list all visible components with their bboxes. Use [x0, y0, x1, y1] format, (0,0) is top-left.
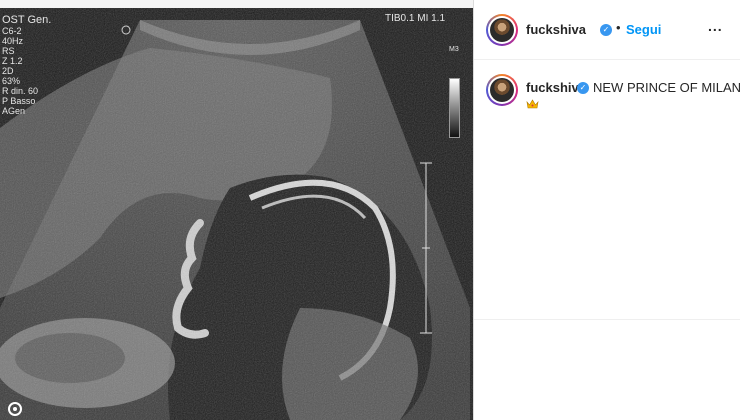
caption-avatar[interactable]: [486, 74, 518, 106]
follow-button[interactable]: Segui: [626, 22, 661, 37]
param-zoom: Z 1.2: [2, 56, 23, 66]
post-header: fuckshiva ✓ • Segui ...: [474, 0, 740, 60]
caption-text: NEW PRINCE OF MILAN: [593, 80, 740, 95]
param-probe: C6-2: [2, 26, 22, 36]
comments-divider: [474, 319, 740, 320]
post-image[interactable]: OST Gen. C6-2 40Hz RS Z 1.2 2D 63% R din…: [0, 0, 473, 420]
more-options-icon[interactable]: ...: [708, 18, 723, 34]
param-power: P Basso: [2, 96, 36, 106]
ultrasound-image: OST Gen. C6-2 40Hz RS Z 1.2 2D 63% R din…: [0, 8, 473, 420]
separator-dot: •: [616, 20, 621, 35]
avatar-photo: [490, 78, 514, 102]
param-mode: OST Gen.: [2, 14, 52, 26]
param-2d: 2D: [2, 66, 14, 76]
avatar-photo: [490, 18, 514, 42]
param-rs: RS: [2, 46, 15, 56]
crown-icon: [526, 98, 539, 112]
verified-badge-icon: ✓: [600, 24, 612, 36]
param-frequency: 40Hz: [2, 36, 24, 46]
post-sidebar: fuckshiva ✓ • Segui ... fuckshiva ✓ NEW …: [474, 0, 740, 420]
ultrasound-index-readout: TIB0.1 MI 1.1: [385, 13, 446, 24]
header-username[interactable]: fuckshiva: [526, 22, 586, 37]
grayscale-bar: [449, 78, 460, 138]
grayscale-label: M3: [449, 46, 459, 53]
param-agen: AGen: [2, 106, 26, 116]
ultrasound-parameters: OST Gen. C6-2 40Hz RS Z 1.2 2D 63% R din…: [2, 14, 51, 116]
param-gain: 63%: [2, 76, 21, 86]
verified-badge-icon: ✓: [577, 82, 589, 94]
ultrasound-scan-graphic: [0, 8, 473, 420]
avatar[interactable]: [486, 14, 518, 46]
reel-icon[interactable]: [8, 402, 22, 416]
param-dynamic-range: R din. 60: [2, 86, 39, 96]
